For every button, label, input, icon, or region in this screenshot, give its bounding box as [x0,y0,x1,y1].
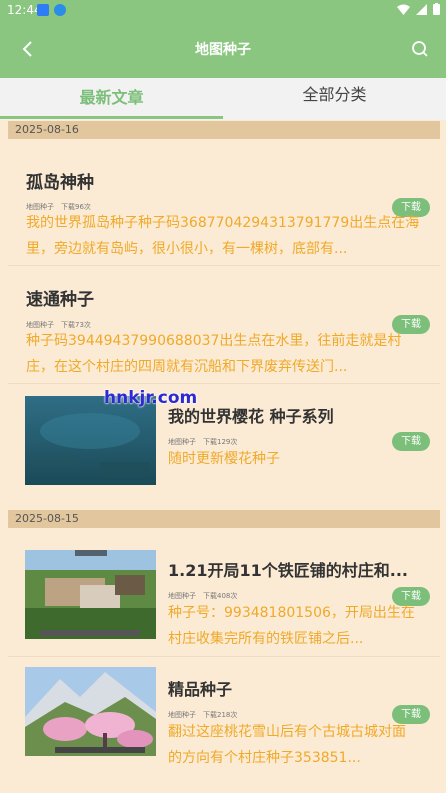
app-bar: 地图种子 [0,20,446,78]
article-downloads: 下载129次 [203,438,238,446]
date-header: 2025-08-15 [8,510,440,528]
article-downloads: 下载408次 [203,592,238,600]
article-thumbnail [25,550,156,639]
date-header: 2025-08-16 [8,121,440,139]
article-description: 种子号：993481801506，开局出生在村庄收集完所有的铁匠铺之后... [168,605,415,647]
article-category: 地图种子 [168,711,196,719]
article-item[interactable]: 精品种子 地图种子 下载218次 下载 翻过这座桃花雪山后有个古城古城对面的方向有… [8,657,440,793]
search-icon[interactable] [408,37,432,61]
article-description: 种子码39449437990688037出生点在水里，往前走就是村庄，在这个村庄… [26,333,402,375]
cherry-blossom-thumbnail-image [25,667,156,756]
article-item[interactable]: 我的世界樱花 种子系列 地图种子 下载129次 下载 随时更新樱花种子 [8,384,440,496]
article-downloads: 下载218次 [203,711,238,719]
article-thumbnail [25,396,156,485]
article-title: 孤岛神种 [26,173,94,193]
wifi-icon [397,4,410,15]
village-thumbnail-image [25,550,156,639]
tab-bar: 最新文章 全部分类 [0,78,446,120]
article-category: 地图种子 [168,592,196,600]
notification-download-icon [54,4,66,16]
article-description: 我的世界孤岛种子种子码3687704294313791779出生点在海里，旁边就… [26,215,420,257]
battery-icon [433,3,440,15]
article-item[interactable]: 1.21开局11个铁匠铺的村庄和... 地图种子 下载408次 下载 种子号：99… [8,538,440,656]
article-item[interactable]: 速通种子 地图种子 下载73次 下载 种子码39449437990688037出生… [8,266,440,383]
page-title: 地图种子 [195,42,251,58]
notification-app-icon [37,4,49,16]
article-category: 地图种子 [168,438,196,446]
article-title: 精品种子 [168,680,233,699]
article-title: 1.21开局11个铁匠铺的村庄和... [168,561,408,580]
signal-icon [416,3,427,15]
article-title: 速通种子 [26,290,94,310]
tab-indicator [0,116,223,119]
article-description: 翻过这座桃花雪山后有个古城古城对面的方向有个村庄种子353851... [168,724,406,766]
underwater-thumbnail-image [25,396,156,485]
article-description: 随时更新樱花种子 [168,451,280,467]
status-bar: 12:44 [0,0,446,20]
watermark-text: hnkjr.com [104,388,198,408]
article-thumbnail [25,667,156,756]
tab-latest-articles[interactable]: 最新文章 [0,78,223,120]
tab-all-categories[interactable]: 全部分类 [223,78,446,120]
article-item[interactable]: 孤岛神种 地图种子 下载96次 下载 我的世界孤岛种子种子码36877042943… [8,150,440,265]
